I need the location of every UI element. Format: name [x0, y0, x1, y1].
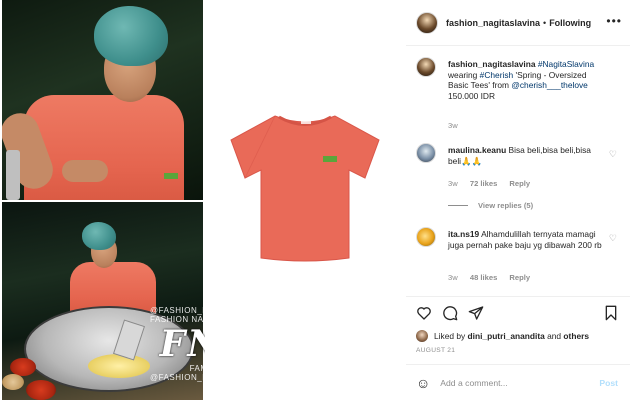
caption-time[interactable]: 3w [448, 121, 458, 130]
share-icon[interactable] [468, 305, 484, 321]
post-date[interactable]: AUGUST 21 [416, 347, 455, 354]
author-avatar[interactable] [416, 11, 438, 34]
author-username[interactable]: fashion_nagitaslavina [446, 18, 540, 28]
wok-oil [88, 354, 150, 378]
heart-icon[interactable]: ♡ [609, 233, 617, 244]
following-button[interactable]: Following [549, 18, 591, 28]
comment: ita.ns19 Alhamdulillah ternyata mamagi j… [416, 223, 621, 294]
commenter-avatar[interactable] [416, 143, 436, 163]
spice-bowl [2, 374, 24, 390]
shirt-label [164, 173, 178, 179]
liked-by-user[interactable]: dini_putri_anandita [468, 331, 545, 341]
more-horizontal-icon[interactable]: ••• [606, 14, 622, 28]
add-comment-bar: ☺ Post [406, 364, 630, 400]
commenter-avatar[interactable] [416, 227, 436, 247]
post-header: fashion_nagitaslavina • Following ••• [406, 0, 630, 46]
comment-time[interactable]: 3w [448, 179, 458, 188]
comment-icon[interactable] [442, 305, 458, 321]
pan-handle [6, 150, 20, 200]
caption-username[interactable]: fashion_nagitaslavina [448, 59, 536, 69]
liked-by-others[interactable]: others [563, 331, 589, 341]
post-sidebar: fashion_nagitaslavina • Following ••• fa… [406, 0, 630, 400]
head-towel-small [82, 222, 116, 250]
view-replies-label: View replies (5) [478, 201, 534, 210]
reply-button[interactable]: Reply [509, 273, 530, 282]
view-replies-button[interactable]: View replies (5) [448, 201, 533, 210]
caption-meta: 3w [448, 121, 468, 130]
product-image [205, 0, 405, 400]
divider-line [448, 205, 468, 206]
caption-avatar[interactable] [416, 57, 436, 77]
mention-cherish[interactable]: @cherish___thelove [511, 80, 587, 90]
comment-thread: fashion_nagitaslavina #NagitaSlavina wea… [406, 47, 630, 294]
bookmark-icon[interactable] [604, 305, 618, 321]
liked-by-and: and [547, 331, 562, 341]
post-media[interactable]: @FASHION_NAGITASLAVINA FASHION NAGITA SL… [0, 0, 405, 400]
action-bar [406, 296, 630, 326]
comment-username[interactable]: maulina.keanu [448, 145, 506, 155]
comment-likes[interactable]: 48 likes [470, 273, 497, 282]
instagram-post-view: @FASHION_NAGITASLAVINA FASHION NAGITA SL… [0, 0, 630, 400]
sauce-bowl [26, 380, 56, 400]
comment-input[interactable] [440, 377, 581, 388]
hashtag-nagitaslavina[interactable]: #NagitaSlavina [538, 59, 594, 69]
reply-button[interactable]: Reply [509, 179, 530, 188]
comment: maulina.keanu Bisa beli,bisa beli,bisa b… [416, 139, 621, 219]
liked-by: Liked by dini_putri_anandita and others [416, 327, 630, 345]
comment-meta: 3w 72 likes Reply [448, 179, 540, 188]
caption-price: 150.000 IDR [448, 90, 496, 101]
comment-username[interactable]: ita.ns19 [448, 229, 479, 239]
tshirt-icon [230, 115, 380, 262]
comment-likes[interactable]: 72 likes [470, 179, 497, 188]
heart-icon[interactable] [416, 305, 432, 321]
emoji-icon[interactable]: ☺ [416, 375, 430, 391]
post-button[interactable]: Post [599, 378, 618, 388]
caption: fashion_nagitaslavina #NagitaSlavina wea… [416, 53, 621, 133]
coral-shirt [24, 95, 184, 200]
caption-text-1: wearing [448, 69, 478, 80]
comment-time[interactable]: 3w [448, 273, 458, 282]
caption-text: fashion_nagitaslavina #NagitaSlavina wea… [448, 59, 603, 101]
heart-icon[interactable]: ♡ [609, 149, 617, 160]
comment-meta: 3w 48 likes Reply [448, 273, 540, 282]
liker-avatar[interactable] [416, 330, 428, 342]
comment-body: maulina.keanu Bisa beli,bisa beli,bisa b… [448, 145, 603, 166]
hand [62, 160, 108, 182]
head-towel [94, 6, 168, 66]
comment-body: ita.ns19 Alhamdulillah ternyata mamagi j… [448, 229, 603, 250]
liked-by-prefix: Liked by [434, 331, 466, 341]
photo-cooking-top [2, 0, 203, 200]
separator-dot: • [543, 17, 547, 28]
hashtag-cherish[interactable]: #Cherish [480, 70, 514, 80]
